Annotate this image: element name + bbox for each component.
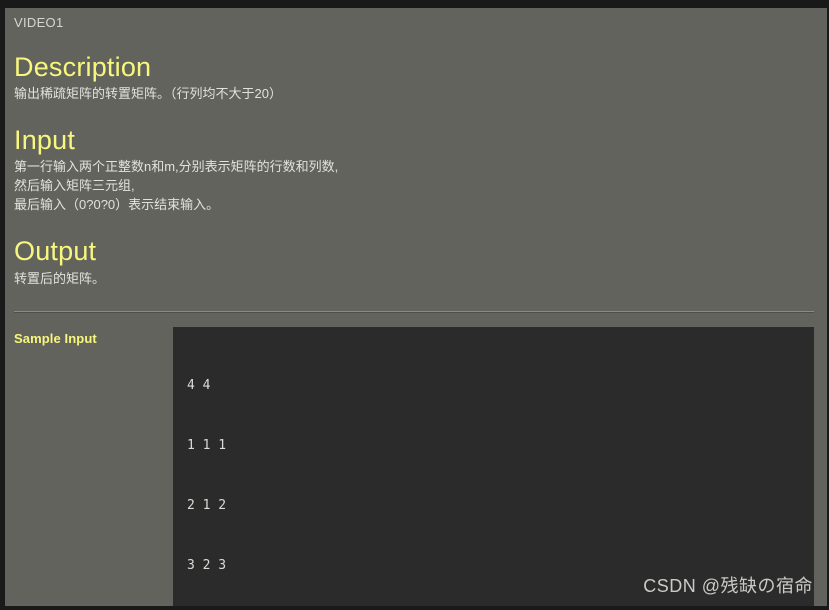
problem-page: VIDEO1 Description 输出稀疏矩阵的转置矩阵。（行列均不大于20… [0, 0, 829, 610]
problem-body: Description 输出稀疏矩阵的转置矩阵。（行列均不大于20） Input… [14, 52, 814, 606]
code-line: 3 2 3 [187, 557, 227, 573]
sample-input-row: Sample Input 4 4 1 1 1 2 1 2 3 2 3 0?0?0 [14, 326, 814, 606]
section-heading-input: Input [14, 125, 76, 156]
section-text-output: 转置后的矩阵。 [14, 270, 106, 286]
sample-input-label: Sample Input [14, 330, 97, 346]
section-text-description: 输出稀疏矩阵的转置矩阵。（行列均不大于20） [14, 86, 282, 102]
section-input: Input 第一行输入两个正整数n和m,分别表示矩阵的行数和列数, 然后输入矩阵… [14, 125, 814, 214]
code-line: 2 1 2 [187, 497, 227, 513]
browser-chrome-topbar [0, 0, 829, 8]
sample-input-code[interactable]: 4 4 1 1 1 2 1 2 3 2 3 0?0?0 [173, 326, 814, 606]
divider-above-samples [14, 310, 814, 313]
page-title: VIDEO1 [14, 15, 64, 30]
section-output: Output 转置后的矩阵。 [14, 236, 814, 287]
section-heading-description: Description [14, 52, 152, 82]
code-line: 1 1 1 [187, 437, 227, 453]
section-text-input-line-1: 第一行输入两个正整数n和m,分别表示矩阵的行数和列数, [14, 159, 339, 175]
section-text-input-line-3: 最后输入（0?0?0）表示结束输入。 [14, 197, 220, 213]
code-line: 4 4 [187, 377, 211, 393]
section-heading-output: Output [14, 236, 97, 267]
section-description: Description 输出稀疏矩阵的转置矩阵。（行列均不大于20） [14, 52, 814, 103]
page-content: VIDEO1 Description 输出稀疏矩阵的转置矩阵。（行列均不大于20… [5, 8, 827, 606]
section-text-input-line-2: 然后输入矩阵三元组, [14, 178, 135, 194]
